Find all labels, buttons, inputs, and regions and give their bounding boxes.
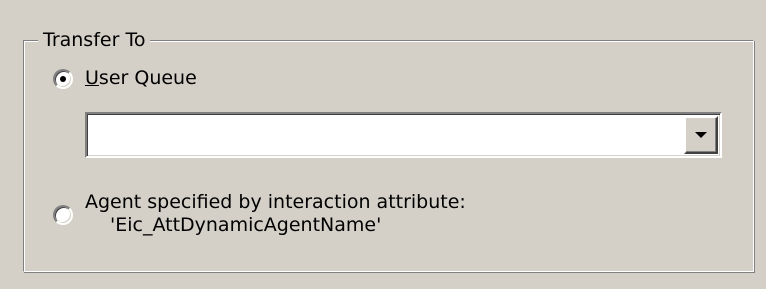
user-queue-radio-label[interactable]: User Queue <box>85 67 197 89</box>
dropdown-button[interactable] <box>684 116 718 154</box>
chevron-down-icon <box>695 132 707 138</box>
label-rest: ser Queue <box>98 67 197 89</box>
agent-attribute-radio[interactable] <box>53 205 73 225</box>
agent-attribute-radio-label-line1[interactable]: Agent specified by interaction attribute… <box>85 191 466 213</box>
radio-selected-dot <box>60 76 66 82</box>
user-queue-radio[interactable] <box>53 69 73 89</box>
mnemonic-char: U <box>85 67 99 89</box>
groupbox-title: Transfer To <box>38 29 151 51</box>
agent-attribute-radio-label-line2[interactable]: 'Eic_AttDynamicAgentName' <box>110 214 381 236</box>
user-queue-combobox[interactable] <box>85 112 722 158</box>
